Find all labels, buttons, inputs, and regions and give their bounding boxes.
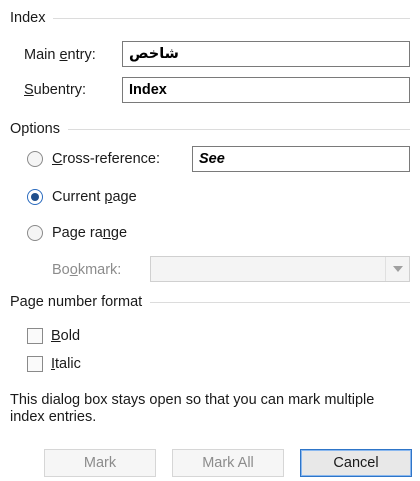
page-range-radio[interactable]: Page range [27, 225, 127, 241]
main-entry-value: شاخص [129, 46, 179, 62]
subentry-label: Subentry: [24, 82, 87, 98]
cross-reference-label: Cross-reference: [52, 151, 160, 167]
checkbox-icon [27, 356, 43, 372]
group-divider [53, 17, 410, 19]
current-page-label: Current page [52, 189, 137, 205]
cross-reference-field[interactable]: See [192, 146, 410, 172]
cross-reference-radio[interactable]: Cross-reference: [27, 151, 160, 167]
chevron-down-icon[interactable] [385, 257, 409, 281]
page-number-format-group-title: Page number format [10, 294, 410, 310]
italic-checkbox[interactable]: Italic [27, 356, 81, 372]
bookmark-dropdown[interactable] [150, 256, 410, 282]
subentry-field[interactable]: Index [122, 77, 410, 103]
main-entry-field[interactable]: شاخص [122, 41, 410, 67]
main-entry-label: Main entry: [24, 47, 96, 63]
radio-button-icon [27, 225, 43, 241]
page-range-label: Page range [52, 225, 128, 241]
checkbox-icon [27, 328, 43, 344]
group-divider [150, 301, 410, 303]
group-divider [67, 128, 410, 130]
mark-button[interactable]: Mark [44, 449, 156, 477]
bookmark-label: Bookmark: [52, 262, 122, 278]
cancel-button[interactable]: Cancel [300, 449, 412, 477]
info-text: This dialog box stays open so that you c… [10, 392, 375, 425]
current-page-radio[interactable]: Current page [27, 189, 137, 205]
options-group-title: Options [10, 121, 410, 137]
index-group-title: Index [10, 10, 410, 26]
subentry-value: Index [129, 82, 167, 98]
mark-all-button[interactable]: Mark All [172, 449, 284, 477]
cross-reference-value: See [199, 151, 225, 167]
bold-checkbox[interactable]: Bold [27, 328, 80, 344]
radio-selected-icon [27, 189, 43, 205]
radio-button-icon [27, 151, 43, 167]
italic-label: Italic [51, 356, 81, 372]
bold-label: Bold [51, 328, 81, 344]
